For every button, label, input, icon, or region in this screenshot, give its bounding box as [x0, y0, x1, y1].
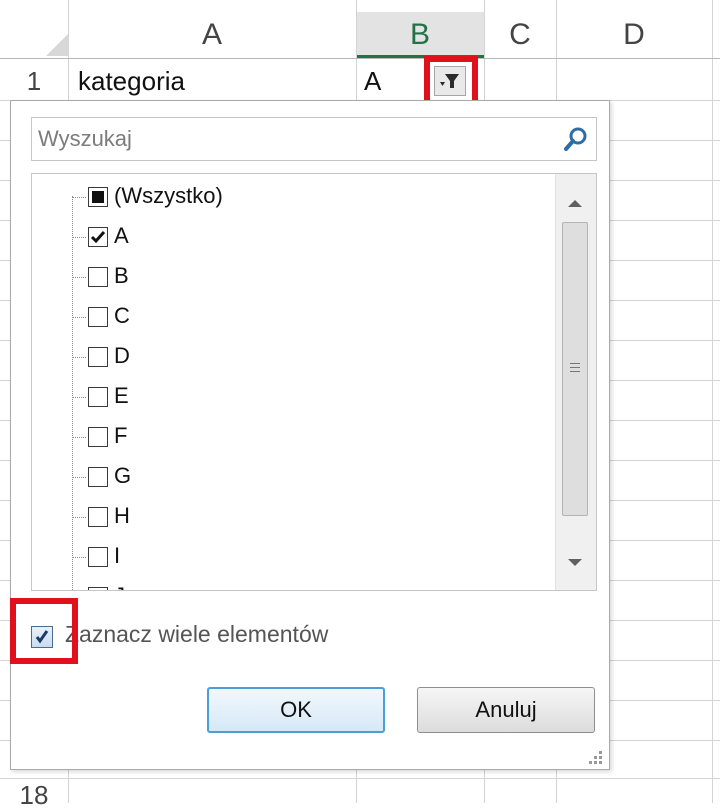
arrow-up-icon[interactable] [568, 200, 582, 207]
filter-value-list: (Wszystko) A B C D E F G H I [31, 173, 597, 591]
row-header-1[interactable]: 1 [0, 66, 68, 97]
list-item-label: D [114, 343, 130, 368]
checkbox[interactable] [88, 307, 108, 327]
checkbox[interactable] [88, 387, 108, 407]
column-header-b[interactable]: B [356, 12, 484, 58]
list-item-label: H [114, 503, 130, 528]
checkbox[interactable] [88, 507, 108, 527]
checkbox[interactable] [88, 347, 108, 367]
search-field[interactable]: Wyszukaj [31, 117, 597, 161]
scrollbar-thumb[interactable] [562, 222, 588, 516]
arrow-down-icon[interactable] [568, 559, 582, 566]
checkbox[interactable] [88, 547, 108, 567]
autofilter-panel: Wyszukaj (Wszystko) A B C D E F G H I Za… [10, 100, 610, 770]
cell-b1[interactable]: A [364, 66, 381, 97]
select-multiple-option[interactable]: Zaznacz wiele elementów [25, 621, 465, 651]
resize-grip[interactable] [589, 749, 603, 764]
column-header-row: A B C D [0, 0, 720, 59]
checkbox[interactable] [88, 467, 108, 487]
search-input[interactable]: Wyszukaj [38, 126, 132, 152]
select-all-corner[interactable] [46, 34, 68, 56]
column-header-c[interactable]: C [484, 12, 556, 58]
column-header-a[interactable]: A [68, 12, 356, 58]
checkmark-icon [90, 231, 106, 244]
checkbox-highlight [10, 598, 78, 664]
checkbox[interactable] [88, 427, 108, 447]
ok-button[interactable]: OK [207, 687, 385, 733]
select-multiple-label: Zaznacz wiele elementów [65, 621, 329, 647]
list-item-label: J [114, 583, 125, 590]
list-item-label: B [114, 263, 129, 288]
cancel-button[interactable]: Anuluj [417, 687, 595, 733]
list-item-label: G [114, 463, 132, 488]
list-item-label: I [114, 543, 121, 568]
list-item-label: E [114, 383, 129, 408]
tree-connector [72, 196, 73, 590]
magnifier-icon[interactable] [562, 125, 590, 153]
list-item-label: F [114, 423, 128, 448]
list-item-label: (Wszystko) [114, 183, 223, 208]
checkbox-checked[interactable] [88, 227, 108, 247]
list-item-label: C [114, 303, 130, 328]
checkbox[interactable] [88, 267, 108, 287]
vertical-scrollbar[interactable] [555, 174, 596, 590]
list-item-label: A [114, 223, 129, 248]
checkbox[interactable] [88, 587, 108, 590]
cell-a1[interactable]: kategoria [78, 66, 185, 97]
row-header-18[interactable]: 18 [0, 780, 68, 811]
column-header-d[interactable]: D [556, 12, 712, 58]
checkbox-indeterminate[interactable] [88, 187, 108, 207]
